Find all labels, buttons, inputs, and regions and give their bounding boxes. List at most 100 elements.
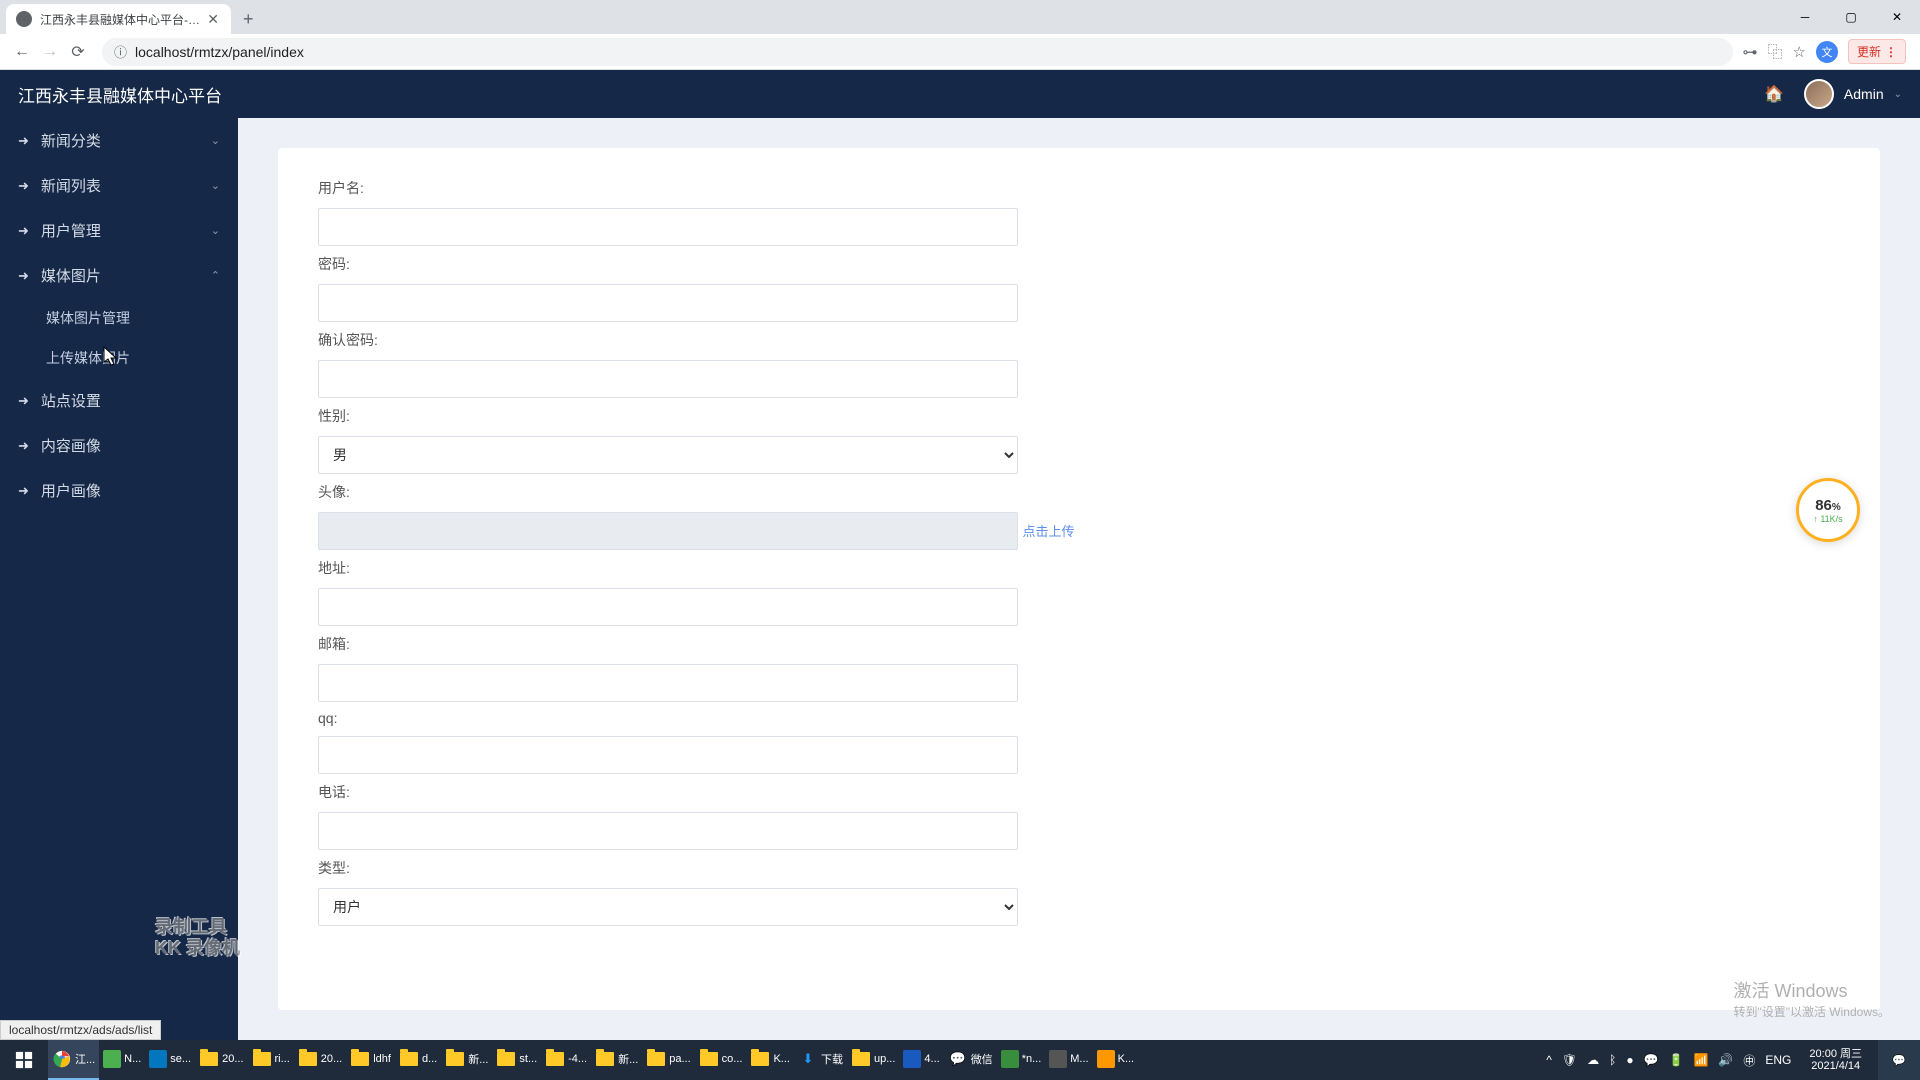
tray-lang[interactable]: ENG (1765, 1053, 1791, 1067)
input-username[interactable] (318, 208, 1018, 246)
arrow-right-icon: ➜ (18, 483, 29, 499)
taskbar-item[interactable]: 江... (48, 1040, 99, 1080)
taskbar-item[interactable]: st... (492, 1040, 541, 1080)
taskbar-item-label: 江... (75, 1051, 95, 1067)
user-menu[interactable]: Admin ⌄ (1804, 79, 1902, 109)
tray-overflow-icon[interactable]: ^ (1546, 1053, 1552, 1067)
sidebar-item-news-category[interactable]: ➜ 新闻分类 ⌄ (0, 118, 238, 163)
taskbar-item[interactable]: K... (1093, 1040, 1139, 1080)
taskbar-item[interactable]: *n... (997, 1040, 1046, 1080)
tray-volume-icon[interactable]: 🔊 (1718, 1053, 1733, 1067)
tray-onedrive-icon[interactable]: ☁ (1587, 1053, 1599, 1067)
tray-ime-icon[interactable]: ㊥ (1743, 1052, 1755, 1069)
taskbar-item[interactable]: d... (395, 1040, 441, 1080)
label-gender: 性别: (318, 406, 1840, 426)
taskbar-item[interactable]: se... (145, 1040, 195, 1080)
input-email[interactable] (318, 664, 1018, 702)
taskbar-item[interactable]: up... (847, 1040, 899, 1080)
upload-link[interactable]: 点击上传 (1022, 521, 1074, 540)
speed-widget[interactable]: 86% ↑ 11K/s (1796, 478, 1860, 542)
taskbar-item[interactable]: ri... (248, 1040, 294, 1080)
taskbar-item-label: 新... (618, 1051, 638, 1067)
taskbar-item[interactable]: 20... (195, 1040, 247, 1080)
site-info-icon[interactable]: ⓘ (114, 42, 127, 61)
tray-security-icon[interactable]: 🛡 (1562, 1053, 1577, 1067)
window-close-button[interactable]: ✕ (1874, 0, 1920, 34)
label-password: 密码: (318, 254, 1840, 274)
sidebar-item-user-profile[interactable]: ➜ 用户画像 (0, 468, 238, 513)
browser-tab[interactable]: 江西永丰县融媒体中心平台-管理 ✕ (6, 4, 231, 34)
taskbar-item-label: pa... (669, 1053, 690, 1065)
input-confirm-password[interactable] (318, 360, 1018, 398)
taskbar-item-label: ldhf (373, 1053, 391, 1065)
taskbar-item-label: N... (124, 1053, 141, 1065)
sidebar-subitem-media-upload[interactable]: 上传媒体图片 (0, 338, 238, 378)
sidebar-subitem-media-manage[interactable]: 媒体图片管理 (0, 298, 238, 338)
bookmark-icon[interactable]: ☆ (1793, 43, 1806, 61)
address-bar: ← → ⟳ ⓘ ⊶ ⿻ ☆ 文 更新 ⋮ (0, 34, 1920, 70)
tab-close-icon[interactable]: ✕ (205, 11, 221, 28)
window-maximize-button[interactable]: ▢ (1828, 0, 1874, 34)
select-gender[interactable]: 男 (318, 436, 1018, 474)
tray-bluetooth-icon[interactable]: ᛒ (1609, 1053, 1616, 1067)
taskbar-item[interactable]: pa... (642, 1040, 694, 1080)
url-field-wrap[interactable]: ⓘ (102, 38, 1733, 66)
sidebar-item-news-list[interactable]: ➜ 新闻列表 ⌄ (0, 163, 238, 208)
taskbar-item[interactable]: 新... (441, 1040, 492, 1080)
tab-favicon (16, 11, 32, 27)
taskbar-item[interactable]: 新... (591, 1040, 642, 1080)
start-button[interactable] (0, 1040, 48, 1080)
taskbar-item[interactable]: ⬇下载 (794, 1040, 847, 1080)
url-input[interactable] (135, 44, 1721, 60)
reload-button[interactable]: ⟳ (64, 38, 92, 66)
taskbar-item[interactable]: 💬微信 (944, 1040, 997, 1080)
new-tab-button[interactable]: + (231, 4, 266, 34)
wechat-icon: 💬 (948, 1049, 968, 1069)
key-icon[interactable]: ⊶ (1743, 43, 1758, 61)
tab-title: 江西永丰县融媒体中心平台-管理 (40, 11, 205, 28)
taskbar-clock[interactable]: 20:00 周三 2021/4/14 (1801, 1048, 1870, 1072)
taskbar-item[interactable]: 4... (899, 1040, 943, 1080)
sidebar-item-user-management[interactable]: ➜ 用户管理 ⌄ (0, 208, 238, 253)
input-address[interactable] (318, 588, 1018, 626)
back-button[interactable]: ← (8, 38, 36, 66)
browser-tab-strip: 江西永丰县融媒体中心平台-管理 ✕ + ─ ▢ ✕ (0, 0, 1920, 34)
tray-network-icon[interactable]: 📶 (1693, 1053, 1708, 1067)
notification-center-button[interactable]: 💬 (1878, 1040, 1920, 1080)
tray-wechat-icon[interactable]: 💬 (1644, 1053, 1659, 1067)
home-icon[interactable]: 🏠 (1764, 84, 1784, 104)
taskbar-item[interactable]: K... (746, 1040, 794, 1080)
tray-power-icon[interactable]: 🔋 (1669, 1053, 1684, 1067)
translate-icon[interactable]: ⿻ (1768, 41, 1783, 62)
folder-icon (199, 1049, 219, 1069)
input-qq[interactable] (318, 736, 1018, 774)
taskbar-item[interactable]: -4... (541, 1040, 591, 1080)
forward-button[interactable]: → (36, 38, 64, 66)
taskbar-item[interactable]: M... (1045, 1040, 1092, 1080)
window-minimize-button[interactable]: ─ (1782, 0, 1828, 34)
sidebar-item-media-images[interactable]: ➜ 媒体图片 ⌃ (0, 253, 238, 298)
speed-rate: ↑ 11K/s (1813, 514, 1842, 524)
app-header: 江西永丰县融媒体中心平台 🏠 Admin ⌄ (0, 70, 1920, 118)
input-password[interactable] (318, 284, 1018, 322)
taskbar-item-label: -4... (568, 1053, 587, 1065)
input-phone[interactable] (318, 812, 1018, 850)
profile-avatar-icon[interactable]: 文 (1816, 41, 1838, 63)
folder-icon (298, 1049, 318, 1069)
tray-app-icon[interactable]: ● (1626, 1053, 1633, 1067)
taskbar-item[interactable]: ldhf (346, 1040, 395, 1080)
taskbar-item[interactable]: co... (695, 1040, 747, 1080)
app-icon (103, 1050, 121, 1068)
chrome-icon (52, 1049, 72, 1069)
sidebar-item-site-settings[interactable]: ➜ 站点设置 (0, 378, 238, 423)
update-button[interactable]: 更新 ⋮ (1848, 39, 1906, 64)
select-type[interactable]: 用户 (318, 888, 1018, 926)
taskbar-item[interactable]: 20... (294, 1040, 346, 1080)
folder-icon (851, 1049, 871, 1069)
visio-icon (903, 1050, 921, 1068)
sidebar-item-content-profile[interactable]: ➜ 内容画像 (0, 423, 238, 468)
folder-icon (750, 1049, 770, 1069)
taskbar-item[interactable]: N... (99, 1040, 145, 1080)
taskbar-item-label: co... (722, 1053, 743, 1065)
label-phone: 电话: (318, 782, 1840, 802)
